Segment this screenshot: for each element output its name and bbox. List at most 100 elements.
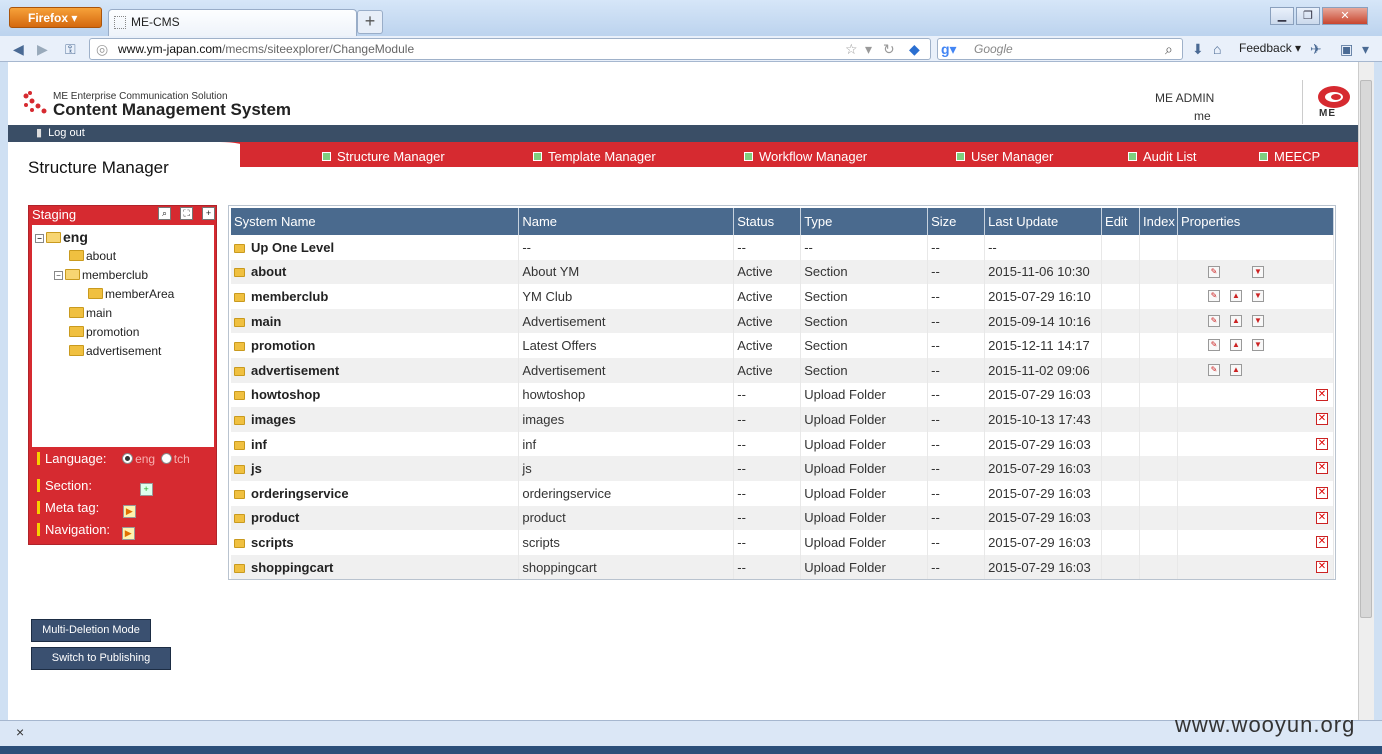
maximize-icon[interactable]: ❐ — [1296, 7, 1320, 25]
system-name-cell[interactable]: about — [231, 259, 520, 285]
nav-edit-icon[interactable]: ▶ — [121, 527, 135, 540]
menu-arrow-icon[interactable]: ▾ — [1362, 40, 1369, 58]
move-up-icon[interactable]: ▲ — [1230, 290, 1242, 303]
move-up-icon[interactable]: ▲ — [1230, 363, 1242, 376]
system-name-link[interactable]: main — [251, 314, 281, 329]
system-name-link[interactable]: memberclub — [251, 289, 328, 304]
reload-icon[interactable]: ↻ — [883, 40, 895, 58]
edit-icon[interactable]: ✎ — [1208, 314, 1220, 327]
tree-node-main[interactable]: main — [69, 305, 112, 321]
system-name-cell[interactable]: advertisement — [231, 357, 520, 383]
menu-structure-manager[interactable]: Structure Manager — [322, 148, 445, 165]
collapse-icon[interactable]: − — [35, 234, 44, 243]
system-name-link[interactable]: images — [251, 412, 296, 427]
system-name-link[interactable]: js — [251, 461, 262, 476]
delete-icon[interactable]: ✕ — [1316, 437, 1328, 450]
system-name-link[interactable]: promotion — [251, 338, 315, 353]
edit-icon[interactable]: ✎ — [1208, 339, 1220, 352]
back-arrow-icon[interactable]: ◀ — [13, 40, 24, 58]
google-icon[interactable]: g▾ — [941, 40, 957, 58]
system-name-link[interactable]: about — [251, 264, 286, 279]
system-name-cell[interactable]: orderingservice — [231, 480, 520, 506]
system-name-link[interactable]: Up One Level — [251, 240, 334, 255]
system-name-cell[interactable]: promotion — [231, 333, 520, 358]
zoom-in-icon[interactable]: + — [202, 207, 215, 220]
search-icon[interactable]: ⌕ — [158, 207, 171, 220]
scrollbar-thumb[interactable] — [1360, 80, 1372, 618]
system-name-cell[interactable]: memberclub — [231, 284, 520, 309]
table-row[interactable]: scripts scripts -- Upload Folder -- 2015-07-2… — [231, 530, 1334, 555]
close-window-icon[interactable]: ✕ — [1322, 7, 1368, 25]
tree-node-advertisement[interactable]: advertisement — [69, 343, 161, 359]
system-name-cell[interactable]: scripts — [231, 530, 520, 555]
system-name-link[interactable]: scripts — [251, 535, 294, 550]
delete-icon[interactable]: ✕ — [1316, 560, 1328, 573]
extension-icon[interactable]: ◆ — [909, 40, 920, 58]
edit-icon[interactable]: ✎ — [1208, 290, 1220, 303]
key-icon[interactable]: ⚿ — [65, 40, 76, 58]
minimize-icon[interactable]: ▁ — [1270, 7, 1294, 25]
tree-node-memberclub[interactable]: − memberclub — [54, 267, 148, 283]
collapse-icon[interactable]: − — [54, 271, 63, 280]
table-row[interactable]: images images -- Upload Folder -- 2015-10-13 … — [231, 407, 1334, 432]
system-name-cell[interactable]: main — [231, 308, 520, 334]
system-name-link[interactable]: howtoshop — [251, 387, 320, 402]
table-row[interactable]: memberclub YM Club Active Section -- 2015-07-… — [231, 284, 1334, 309]
system-name-cell[interactable]: js — [231, 456, 520, 481]
system-name-cell[interactable]: howtoshop — [231, 382, 520, 408]
system-name-link[interactable]: inf — [251, 437, 267, 452]
delete-icon[interactable]: ✕ — [1316, 413, 1328, 426]
delete-icon[interactable]: ✕ — [1316, 388, 1328, 401]
move-down-icon[interactable]: ▼ — [1252, 265, 1264, 278]
system-name-link[interactable]: product — [251, 510, 299, 525]
table-row[interactable]: shoppingcart shoppingcart -- Upload Folder -… — [231, 554, 1334, 580]
move-up-icon[interactable]: ▲ — [1230, 314, 1242, 327]
bookmark-star-icon[interactable]: ☆ — [845, 40, 858, 58]
menu-audit-list[interactable]: Audit List — [1128, 148, 1196, 165]
edit-icon[interactable]: ✎ — [1208, 265, 1220, 278]
delete-icon[interactable]: ✕ — [1316, 462, 1328, 475]
tree-node-promotion[interactable]: promotion — [69, 324, 139, 340]
menu-meecp[interactable]: MEECP — [1259, 148, 1320, 165]
menu-workflow-manager[interactable]: Workflow Manager — [744, 148, 867, 165]
move-down-icon[interactable]: ▼ — [1252, 290, 1264, 303]
tree-node-about[interactable]: about — [69, 248, 116, 264]
table-row[interactable]: promotion Latest Offers Active Section -- 201… — [231, 333, 1334, 358]
table-row[interactable]: inf inf -- Upload Folder -- 2015-07-29 16:03 ✕ — [231, 431, 1334, 457]
download-icon[interactable]: ⬇ — [1192, 40, 1204, 58]
system-name-link[interactable]: shoppingcart — [251, 560, 333, 575]
move-down-icon[interactable]: ▼ — [1252, 339, 1264, 352]
feedback-button[interactable]: Feedback ▾ — [1239, 41, 1301, 55]
home-icon[interactable]: ⌂ — [1213, 40, 1221, 58]
table-row[interactable]: howtoshop howtoshop -- Upload Folder -- 2015-… — [231, 382, 1334, 408]
delete-icon[interactable]: ✕ — [1316, 536, 1328, 549]
system-name-cell[interactable]: inf — [231, 431, 520, 457]
system-name-cell[interactable]: product — [231, 505, 520, 531]
browser-tab[interactable]: ME-CMS — [108, 9, 357, 36]
system-name-cell[interactable]: images — [231, 407, 520, 432]
multi-deletion-button[interactable]: Multi-Deletion Mode — [31, 619, 151, 642]
firefox-menu-button[interactable]: Firefox ▾ — [9, 7, 102, 28]
publishing-mode-button[interactable]: Switch to Publishing Mode — [31, 647, 171, 685]
fit-icon[interactable]: ⛶ — [180, 207, 193, 220]
lang-tch-radio[interactable] — [160, 453, 172, 464]
table-row[interactable]: product product -- Upload Folder -- 2015-07-2… — [231, 505, 1334, 531]
menu-template-manager[interactable]: Template Manager — [533, 148, 656, 165]
lang-eng-radio[interactable] — [122, 453, 134, 464]
url-bar[interactable]: www.ym-japan.com/mecms/siteexplorer/Chan… — [89, 38, 931, 60]
move-down-icon[interactable]: ▼ — [1252, 314, 1264, 327]
system-name-link[interactable]: advertisement — [251, 363, 339, 378]
delete-icon[interactable]: ✕ — [1316, 486, 1328, 499]
addon-icon[interactable]: ▣ — [1340, 40, 1353, 58]
search-input[interactable]: Google — [937, 38, 1183, 60]
delete-icon[interactable]: ✕ — [1316, 511, 1328, 524]
add-section-icon[interactable]: + — [139, 483, 153, 496]
close-addon-bar-icon[interactable]: × — [16, 724, 24, 740]
tree-node-root[interactable]: − eng — [35, 229, 88, 245]
table-row[interactable]: Up One Level -- -- -- -- -- — [231, 235, 1334, 260]
table-row[interactable]: about About YM Active Section -- 2015-11-06 1… — [231, 259, 1334, 285]
system-name-cell[interactable]: Up One Level — [231, 235, 520, 260]
dropdown-arrow-icon[interactable]: ▾ — [865, 40, 872, 58]
table-row[interactable]: main Advertisement Active Section -- 2015-09-… — [231, 308, 1334, 334]
table-row[interactable]: js js -- Upload Folder -- 2015-07-29 16:03 ✕ — [231, 456, 1334, 481]
